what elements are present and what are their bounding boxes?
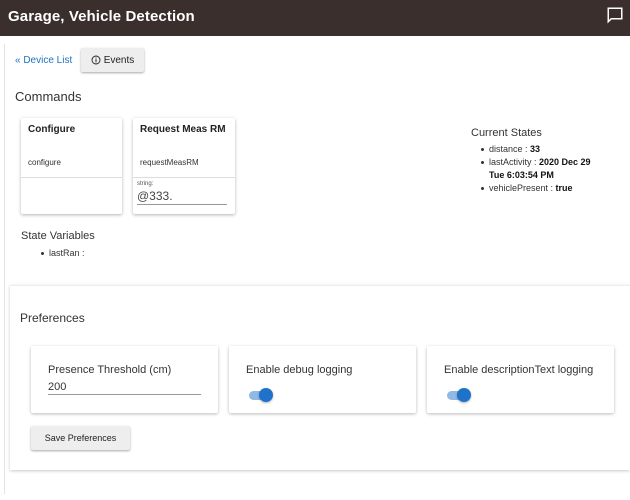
command-title: Configure bbox=[28, 124, 76, 135]
preference-label: Presence Threshold (cm) bbox=[48, 364, 172, 376]
presence-threshold-input[interactable]: 200 bbox=[48, 381, 201, 395]
command-title: Request Meas RM bbox=[140, 124, 226, 135]
chat-bubble-icon[interactable] bbox=[606, 6, 624, 24]
argument-label: string: bbox=[137, 181, 154, 187]
top-bar: Garage, Vehicle Detection bbox=[0, 0, 630, 36]
current-states-heading: Current States bbox=[471, 127, 542, 139]
command-card-request-meas-rm[interactable]: Request Meas RM requestMeasRM string: @3… bbox=[133, 118, 235, 214]
description-text-logging-toggle[interactable] bbox=[445, 388, 471, 402]
preference-debug-logging: Enable debug logging bbox=[229, 346, 416, 413]
current-states-panel: Current States distance : 33 lastActivit… bbox=[471, 127, 629, 195]
save-preferences-button[interactable]: Save Preferences bbox=[31, 426, 130, 450]
state-item-distance: distance : 33 bbox=[481, 143, 629, 156]
preference-presence-threshold: Presence Threshold (cm) 200 bbox=[31, 346, 218, 413]
command-name: requestMeasRM bbox=[140, 158, 199, 167]
debug-logging-toggle[interactable] bbox=[247, 388, 273, 402]
info-circle-icon bbox=[91, 55, 101, 65]
device-list-link[interactable]: « Device List bbox=[15, 55, 72, 66]
command-card-header[interactable]: Request Meas RM requestMeasRM bbox=[133, 118, 235, 178]
command-argument: string: @333. bbox=[133, 178, 235, 208]
command-card-configure[interactable]: Configure configure bbox=[21, 118, 122, 214]
state-variable-last-ran: lastRan : bbox=[41, 248, 85, 258]
state-item-last-activity: lastActivity : 2020 Dec 29 Tue 6:03:54 PM bbox=[481, 156, 629, 182]
current-states-list: distance : 33 lastActivity : 2020 Dec 29… bbox=[471, 143, 629, 195]
commands-heading: Commands bbox=[15, 89, 82, 104]
preference-label: Enable descriptionText logging bbox=[444, 364, 594, 376]
preference-description-text-logging: Enable descriptionText logging bbox=[427, 346, 614, 413]
device-page: « Device List Events Commands Configure … bbox=[0, 36, 630, 500]
state-variables-heading: State Variables bbox=[21, 230, 95, 242]
preferences-panel: Preferences Presence Threshold (cm) 200 … bbox=[10, 285, 630, 470]
events-button[interactable]: Events bbox=[81, 48, 144, 72]
preference-label: Enable debug logging bbox=[246, 364, 353, 376]
argument-input[interactable]: @333. bbox=[137, 189, 227, 205]
toggle-knob bbox=[259, 388, 273, 402]
preferences-heading: Preferences bbox=[20, 311, 85, 325]
divider bbox=[4, 44, 5, 494]
toggle-knob bbox=[457, 388, 471, 402]
state-item-vehicle-present: vehiclePresent : true bbox=[481, 182, 629, 195]
command-name: configure bbox=[28, 158, 61, 167]
events-label: Events bbox=[103, 54, 135, 66]
command-card-header[interactable]: Configure configure bbox=[21, 118, 122, 178]
state-variables-list: lastRan : bbox=[41, 248, 85, 258]
page-title: Garage, Vehicle Detection bbox=[8, 8, 195, 25]
